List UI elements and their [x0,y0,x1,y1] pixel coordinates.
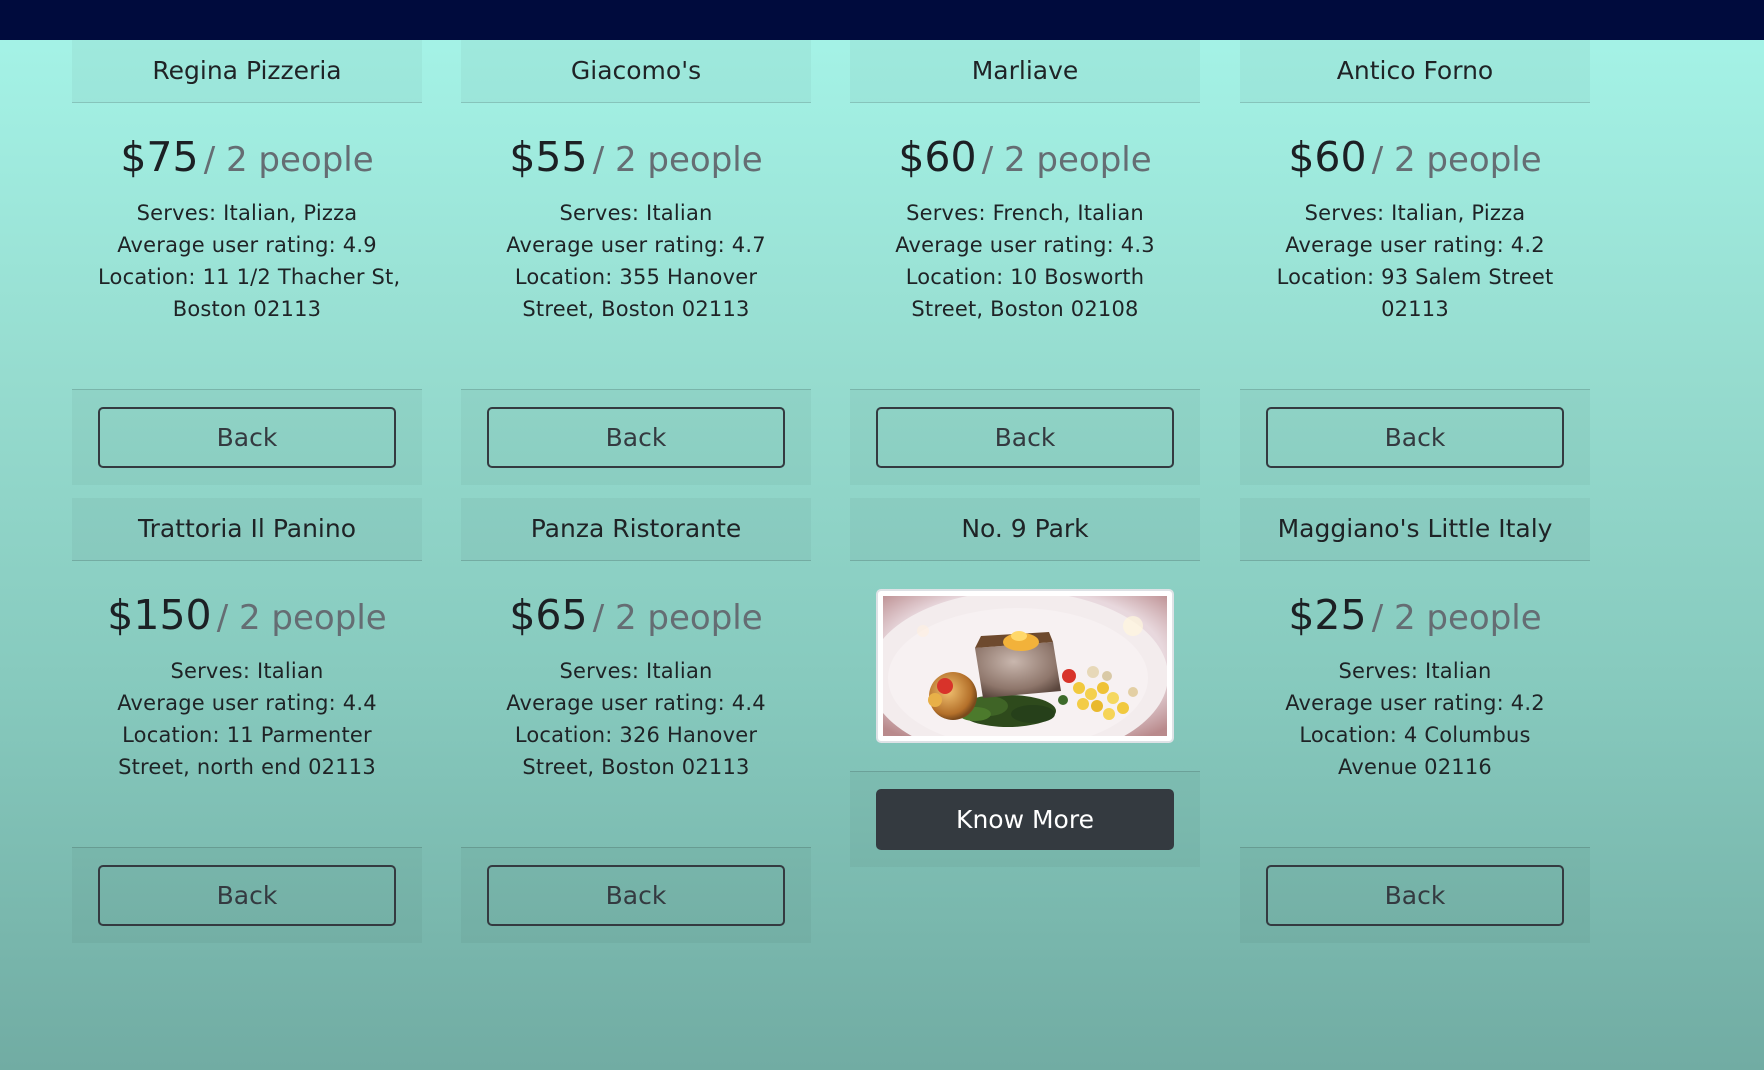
card-footer: Back [72,847,422,943]
back-button[interactable]: Back [98,865,396,926]
card-footer: Back [461,389,811,485]
restaurant-card: Regina Pizzeria $75 / 2 people Serves: I… [72,40,422,485]
rating-text: Average user rating: 4.2 [1285,691,1545,715]
card-details: Serves: French, Italian Average user rat… [850,197,1200,325]
price-line: $75 / 2 people [72,103,422,189]
price-line: $25 / 2 people [1240,561,1590,647]
card-title: Regina Pizzeria [72,40,422,103]
card-details: Serves: Italian, Pizza Average user rati… [72,197,422,325]
know-more-button[interactable]: Know More [876,789,1174,850]
back-button[interactable]: Back [487,865,785,926]
location-text-cont: Street, Boston 02113 [522,297,750,321]
serves-text: Serves: Italian, Pizza [1304,201,1526,225]
rating-text: Average user rating: 4.7 [506,233,766,257]
serves-text: Serves: Italian, Pizza [136,201,358,225]
top-navbar [0,0,1764,40]
card-footer: Back [72,389,422,485]
serves-text: Serves: Italian [559,659,713,683]
restaurant-card: Giacomo's $55 / 2 people Serves: Italian… [461,40,811,485]
location-text: Location: 355 Hanover [514,265,758,289]
location-text-cont: Street, north end 02113 [118,755,376,779]
food-photo [876,589,1174,743]
restaurant-card: Marliave $60 / 2 people Serves: French, … [850,40,1200,485]
card-body: $75 / 2 people Serves: Italian, Pizza Av… [72,103,422,389]
card-details: Serves: Italian Average user rating: 4.4… [461,655,811,783]
price: $150 [107,591,212,639]
card-footer: Back [850,389,1200,485]
rating-text: Average user rating: 4.4 [117,691,377,715]
back-button[interactable]: Back [1266,865,1564,926]
price: $25 [1288,591,1367,639]
card-body [850,561,1200,771]
location-text: Location: 11 Parmenter [122,723,372,747]
price-line: $55 / 2 people [461,103,811,189]
price: $55 [509,133,588,181]
location-text: Location: 93 Salem Street [1276,265,1554,289]
rating-text: Average user rating: 4.3 [895,233,1155,257]
price-unit: / 2 people [1371,140,1542,180]
price: $60 [1288,133,1367,181]
restaurant-card: Panza Ristorante $65 / 2 people Serves: … [461,498,811,943]
location-text: Location: 4 Columbus [1299,723,1531,747]
price-line: $60 / 2 people [850,103,1200,189]
location-text-cont: Street, Boston 02113 [522,755,750,779]
price: $75 [120,133,199,181]
price-line: $65 / 2 people [461,561,811,647]
card-footer: Back [1240,847,1590,943]
restaurant-card: Antico Forno $60 / 2 people Serves: Ital… [1240,40,1590,485]
card-details: Serves: Italian Average user rating: 4.4… [72,655,422,783]
price-unit: / 2 people [1371,598,1542,638]
price-unit: / 2 people [592,140,763,180]
card-footer: Back [461,847,811,943]
price-unit: / 2 people [216,598,387,638]
rating-text: Average user rating: 4.4 [506,691,766,715]
restaurant-card-photo: No. 9 Park Know More [850,498,1200,867]
location-text-cont: Street, Boston 02108 [911,297,1139,321]
price-line: $150 / 2 people [72,561,422,647]
card-footer: Know More [850,771,1200,867]
card-details: Serves: Italian Average user rating: 4.7… [461,197,811,325]
card-title: Marliave [850,40,1200,103]
card-title: Panza Ristorante [461,498,811,561]
back-button[interactable]: Back [487,407,785,468]
serves-text: Serves: Italian [559,201,713,225]
price: $65 [509,591,588,639]
location-text: Location: 11 1/2 Thacher St, [98,265,401,289]
dish-image [883,596,1167,736]
card-title: No. 9 Park [850,498,1200,561]
card-details: Serves: Italian Average user rating: 4.2… [1240,655,1590,783]
price-unit: / 2 people [203,140,374,180]
card-body: $60 / 2 people Serves: French, Italian A… [850,103,1200,389]
serves-text: Serves: Italian [170,659,324,683]
card-body: $25 / 2 people Serves: Italian Average u… [1240,561,1590,847]
location-text-cont: Boston 02113 [172,297,322,321]
serves-text: Serves: French, Italian [906,201,1144,225]
restaurant-card: Trattoria Il Panino $150 / 2 people Serv… [72,498,422,943]
location-text-cont: 02113 [1381,297,1449,321]
price-unit: / 2 people [592,598,763,638]
back-button[interactable]: Back [98,407,396,468]
rating-text: Average user rating: 4.9 [117,233,377,257]
card-footer: Back [1240,389,1590,485]
price-line: $60 / 2 people [1240,103,1590,189]
location-text: Location: 326 Hanover [514,723,758,747]
card-details: Serves: Italian, Pizza Average user rati… [1240,197,1590,325]
card-title: Maggiano's Little Italy [1240,498,1590,561]
price: $60 [898,133,977,181]
location-text: Location: 10 Bosworth [905,265,1145,289]
rating-text: Average user rating: 4.2 [1285,233,1545,257]
price-unit: / 2 people [981,140,1152,180]
card-title: Giacomo's [461,40,811,103]
card-body: $150 / 2 people Serves: Italian Average … [72,561,422,847]
card-body: $55 / 2 people Serves: Italian Average u… [461,103,811,389]
card-title: Antico Forno [1240,40,1590,103]
card-title: Trattoria Il Panino [72,498,422,561]
back-button[interactable]: Back [876,407,1174,468]
location-text-cont: Avenue 02116 [1338,755,1492,779]
back-button[interactable]: Back [1266,407,1564,468]
serves-text: Serves: Italian [1338,659,1492,683]
card-body: $65 / 2 people Serves: Italian Average u… [461,561,811,847]
restaurant-card: Maggiano's Little Italy $25 / 2 people S… [1240,498,1590,943]
card-body: $60 / 2 people Serves: Italian, Pizza Av… [1240,103,1590,389]
